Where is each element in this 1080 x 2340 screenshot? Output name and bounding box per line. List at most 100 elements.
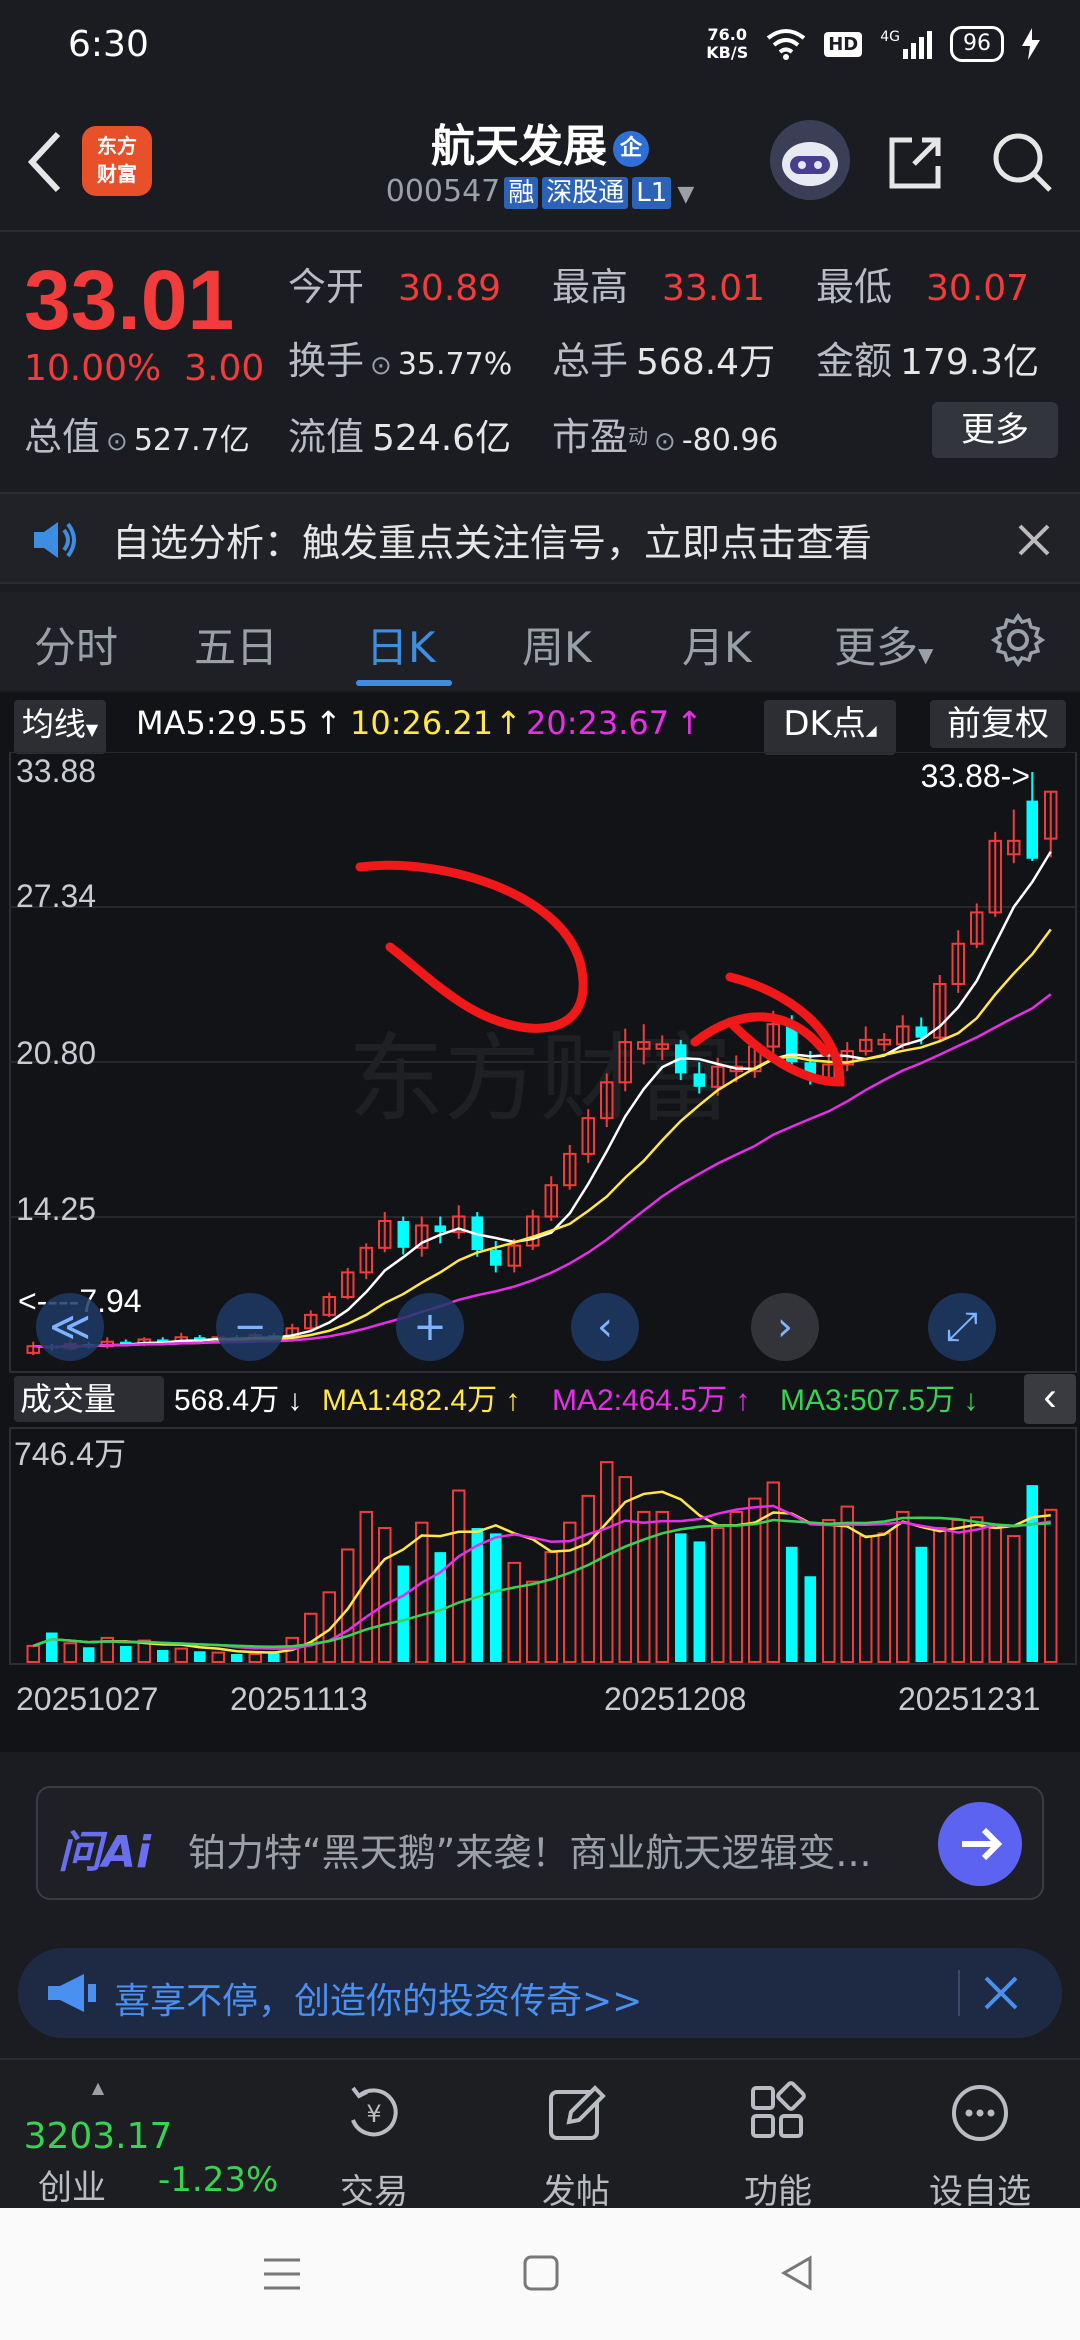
date-label: 20251208 [604,1681,746,1717]
tag-margin: 融 [504,177,539,209]
low-label: 最低 [816,265,893,309]
battery-icon: 96 [950,26,1004,62]
amount-label: 金额 [816,339,893,383]
ai-send-button[interactable] [938,1802,1022,1886]
promo-divider [958,1970,960,2016]
search-icon[interactable] [990,130,1054,194]
assistant-avatar[interactable] [770,120,850,200]
y-axis-label: 33.88 [16,753,96,789]
volume-bar [915,1546,927,1662]
arrow-up-icon: ↑ [315,704,342,742]
volume-bar [157,1649,169,1662]
volume-bar [693,1541,705,1662]
nav-trade[interactable]: ¥ 交易 [294,2078,454,2212]
fullscreen-icon[interactable]: ⤢ [928,1293,996,1361]
info-icon[interactable]: ⊙ [370,351,392,381]
ma-button-label: 均线 [21,705,86,743]
ai-logo: 问Ai [58,1827,152,1878]
date-label: 20251113 [230,1681,368,1717]
double-left-icon[interactable]: ≪ [36,1293,104,1361]
tab-more[interactable]: 更多▼ [834,614,933,675]
notice-bar[interactable]: 自选分析：触发重点关注信号，立即点击查看 [0,492,1080,584]
promo-banner[interactable]: 喜享不停，创造你的投资传奇>> [18,1948,1062,2038]
volume-bar [526,1580,540,1663]
open-field: 今开 30.89 [288,256,501,311]
volume-bar [581,1494,595,1664]
nav-functions[interactable]: 功能 [698,2078,858,2212]
chevron-right-icon[interactable]: › [751,1293,819,1361]
zoom-out-icon[interactable]: − [216,1293,284,1361]
ai-question-box[interactable]: 问Ai 铂力特“黑天鹅”来袭！商业航天逻辑变... [36,1786,1044,1900]
price-change: 10.00% 3.00 [24,348,264,389]
ma10-value: 10:26.21 [350,704,494,742]
info-icon[interactable]: ⊙ [654,427,676,457]
net-speed: 76.0 KB/S [706,26,748,62]
info-icon[interactable]: ⊙ [106,427,128,457]
candle-body [1026,800,1038,859]
dk-label: DK点 [783,704,866,744]
dk-point-button[interactable]: DK点◢ [764,700,896,755]
tab-five-day[interactable]: 五日 [194,614,278,675]
adjust-price-button[interactable]: 前复权 [930,700,1066,748]
fullscreen-icon-glyph: ⤢ [946,1304,978,1350]
volume-bar [675,1533,687,1662]
y-axis-label: 20.80 [16,1035,96,1071]
volume-bar [859,1535,873,1664]
chevron-down-icon: ▼ [677,182,695,207]
volume-bar [988,1527,1002,1663]
double-left-icon-glyph: ≪ [49,1304,91,1350]
volume-bar [711,1527,725,1663]
candle-body [434,1225,446,1233]
vol-ma1-value: MA1:482.4万 ↑ [322,1384,520,1417]
more-button[interactable]: 更多 [932,402,1058,458]
kline-chart[interactable]: 东方财富33.8827.3420.8014.2533.88-><----7.94… [0,752,1080,1752]
gear-icon[interactable] [990,612,1046,668]
pe-dynamic-mark: 动 [628,424,649,449]
apps-icon [751,2081,806,2138]
volume-bar [970,1516,984,1664]
nav-post[interactable]: 发帖 [496,2078,656,2212]
home-icon[interactable] [522,2254,560,2292]
high-label: 最高 [552,265,629,309]
menu-icon[interactable] [262,2256,302,2292]
volume-bar [397,1565,409,1662]
volume-bar [563,1521,577,1664]
volume-bar [951,1518,965,1663]
candle-body [693,1073,705,1087]
share-icon[interactable] [884,132,946,194]
y-axis-label: 27.34 [16,878,96,914]
active-tab-indicator [356,680,452,686]
tab-intraday[interactable]: 分时 [34,614,118,675]
index-change: -1.23% [158,2160,279,2200]
svg-text:¥: ¥ [366,2100,381,2128]
candle-body [490,1250,502,1266]
chevron-left-icon[interactable]: ‹ [571,1293,639,1361]
close-icon[interactable] [984,1976,1018,2010]
tab-daily-k[interactable]: 日K [366,614,436,675]
nav-watchlist[interactable]: 设自选 [900,2078,1060,2212]
zoom-in-icon-glyph: + [413,1304,447,1350]
ma10-line [33,928,1052,1349]
volume-field: 总手 568.4万 [552,330,775,385]
volume-axis-label: 746.4万 [14,1436,126,1472]
bottom-nav: ▲ 3203.17 创业 -1.23% ¥ 交易 发帖 功能 设自选 [0,2058,1080,2212]
hd-icon: HD [824,31,863,57]
back-nav-icon[interactable] [778,2254,816,2292]
tab-weekly-k[interactable]: 周K [522,614,592,675]
status-bar: 6:30 76.0 KB/S HD 4G 96 [0,0,1080,96]
caret-down-icon: ▼ [85,720,99,739]
tab-monthly-k[interactable]: 月K [682,614,752,675]
volume-bar [804,1576,816,1662]
volume-bar [822,1518,836,1663]
enterprise-badge: 企 [613,131,649,167]
ai-suggestion-text: 铂力特“黑天鹅”来袭！商业航天逻辑变... [188,1831,872,1875]
quote-panel: 33.01 10.00% 3.00 今开 30.89 最高 33.01 最低 30.0… [0,232,1080,482]
zoom-in-icon[interactable]: + [396,1293,464,1361]
vol-ma3-line [32,1516,1051,1649]
charging-icon [1022,28,1040,60]
close-icon[interactable] [1018,524,1050,556]
turnover-field: 换手 ⊙ 35.77% [288,330,512,385]
ma-select-button[interactable]: 均线▼ [14,700,106,754]
volume-label: 总手 [552,339,629,383]
open-label: 今开 [288,265,365,309]
